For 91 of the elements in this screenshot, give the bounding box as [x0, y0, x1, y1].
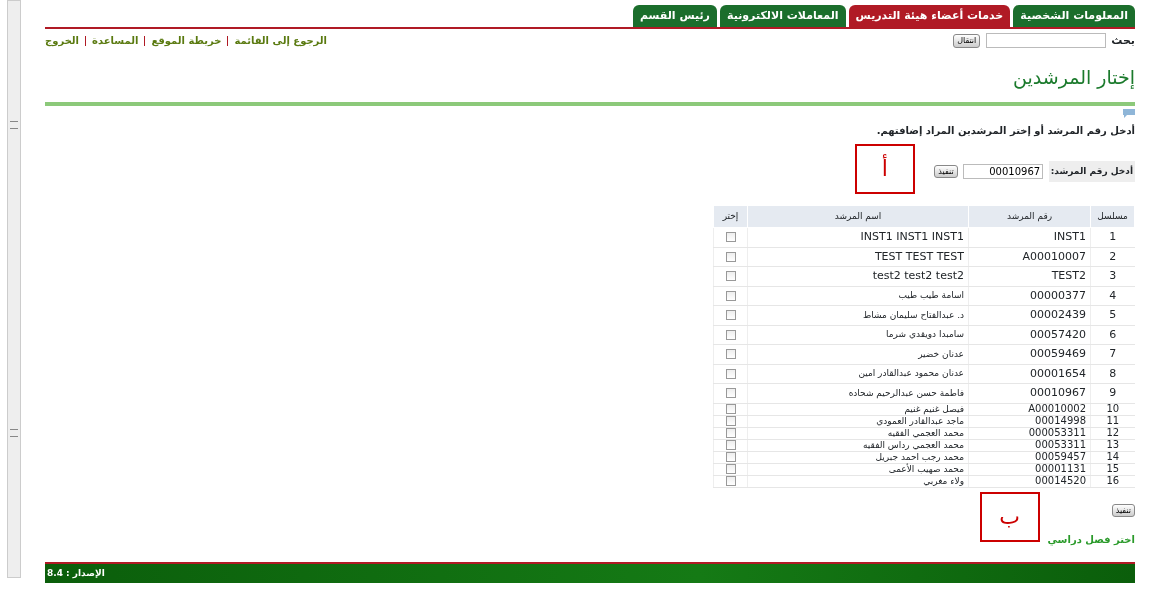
table-cell: ولاء مغربي	[747, 475, 969, 487]
search-field[interactable]	[985, 33, 1106, 49]
table-cell: 2	[1090, 247, 1135, 267]
checkbox[interactable]	[725, 404, 736, 414]
table-cell: INST1 INST1 INST1	[747, 227, 969, 247]
checkbox[interactable]	[725, 232, 736, 242]
table-cell: 16	[1090, 475, 1135, 487]
table-cell: 7	[1090, 344, 1135, 364]
comment-icon	[1123, 108, 1135, 118]
table-cell: 000053311	[968, 427, 1091, 439]
table-cell: 12	[1090, 427, 1135, 439]
table-cell: محمد العجمي رداس الفقيه	[747, 439, 969, 451]
nav-link[interactable]: المساعدة	[92, 33, 139, 49]
checkbox[interactable]	[725, 476, 736, 486]
table-cell: 00002439	[968, 305, 1091, 325]
table-cell: فيصل غنيم غنيم	[747, 403, 969, 415]
go-button[interactable]: انتقال	[953, 33, 981, 48]
table-cell: INST1	[968, 227, 1091, 247]
search-label: بحث	[1111, 32, 1135, 49]
advisor-number-label: أدخل رقم المرشد:	[1048, 160, 1135, 183]
checkbox[interactable]	[725, 251, 736, 262]
table-cell: 00001131	[968, 463, 1091, 475]
table-cell: 00000377	[968, 286, 1091, 306]
table-cell: 1	[1090, 227, 1135, 247]
table-cell: TEST TEST TEST	[747, 247, 969, 267]
tab[interactable]: خدمات أعضاء هيئة التدريس	[848, 5, 1011, 27]
table-cell: test2 test2 test2	[747, 266, 969, 286]
table-cell: عدنان خضير	[747, 344, 969, 364]
checkbox[interactable]	[725, 416, 736, 426]
table-cell: 00014998	[968, 415, 1091, 427]
table-cell: 3	[1090, 266, 1135, 286]
table-cell: محمد رجب احمد جبريل	[747, 451, 969, 463]
annotation-label: أ	[854, 143, 915, 194]
table-cell: 6	[1090, 325, 1135, 345]
checkbox[interactable]	[725, 368, 736, 379]
column-header: مسلسل	[1090, 205, 1135, 228]
table-cell: ماجد عبدالقادر العمودي	[747, 415, 969, 427]
table-cell: 8	[1090, 364, 1135, 384]
tab[interactable]: المعاملات الالكترونية	[719, 5, 846, 27]
page-title: إختار المرشدين	[1012, 65, 1135, 91]
instruction-text: أدخل رقم المرشد أو إختر المرشدين المراد إضافتهم.	[875, 123, 1135, 138]
checkbox[interactable]	[725, 290, 736, 301]
tab[interactable]: رئيس القسم	[633, 5, 717, 27]
table-cell: 5	[1090, 305, 1135, 325]
execute-button[interactable]: تنفيذ	[1111, 503, 1135, 518]
table-cell: د. عبدالفتاح سليمان مشاط	[747, 305, 969, 325]
checkbox[interactable]	[725, 349, 736, 359]
tab[interactable]: المعلومات الشخصية	[1013, 5, 1135, 27]
table-cell: 15	[1090, 463, 1135, 475]
table-cell: 00059457	[968, 451, 1091, 463]
advisor-number-field[interactable]: 00010967	[963, 164, 1044, 179]
column-header: اسم المرشد	[747, 205, 969, 228]
table-cell: A00010002	[968, 403, 1091, 415]
scrollbar[interactable]	[7, 0, 21, 578]
table-cell: عدنان محمود عبدالقادر امين	[747, 364, 969, 384]
table-cell: سامبدا دويقدي شرما	[747, 325, 969, 345]
table-cell: 00010967	[968, 383, 1091, 403]
checkbox[interactable]	[725, 388, 736, 398]
checkbox[interactable]	[725, 428, 736, 438]
table-cell: 13	[1090, 439, 1135, 451]
checkbox[interactable]	[725, 310, 736, 320]
table-cell: TEST2	[968, 266, 1091, 286]
table-cell: محمد صهيب الأعمى	[747, 463, 969, 475]
table-cell: فاطمة حسن عبدالرحيم شحاده	[747, 383, 969, 403]
nav-link[interactable]: الرجوع إلى القائمة	[234, 33, 328, 49]
table-cell: 00014520	[968, 475, 1091, 487]
checkbox[interactable]	[725, 271, 736, 281]
table-cell: 11	[1090, 415, 1135, 427]
semester-label: اختر فصل دراسي	[1049, 532, 1135, 547]
checkbox[interactable]	[725, 329, 736, 340]
column-header: رقم المرشد	[968, 205, 1091, 228]
version-text: الإصدار : 8.4	[47, 566, 105, 580]
table-cell: 10	[1090, 403, 1135, 415]
checkbox[interactable]	[725, 452, 736, 462]
table-cell: محمد العجمي الفقيه	[747, 427, 969, 439]
table-cell: اسامة طيب طيب	[747, 286, 969, 306]
table-cell: 14	[1090, 451, 1135, 463]
table-cell: 00059469	[968, 344, 1091, 364]
execute-button[interactable]: تنفيذ	[934, 164, 958, 179]
table-cell: A00010007	[968, 247, 1091, 267]
table-cell: 00053311	[968, 439, 1091, 451]
annotation-label: ب	[979, 491, 1040, 542]
checkbox[interactable]	[725, 440, 736, 450]
column-header: إختر	[713, 205, 748, 228]
table-cell: 00057420	[968, 325, 1091, 345]
nav-link[interactable]: الخروج	[45, 33, 80, 49]
nav-link[interactable]: خريطة الموقع	[151, 33, 222, 49]
table-cell: 9	[1090, 383, 1135, 403]
checkbox[interactable]	[725, 464, 736, 474]
table-cell: 4	[1090, 286, 1135, 306]
table-cell: 00001654	[968, 364, 1091, 384]
